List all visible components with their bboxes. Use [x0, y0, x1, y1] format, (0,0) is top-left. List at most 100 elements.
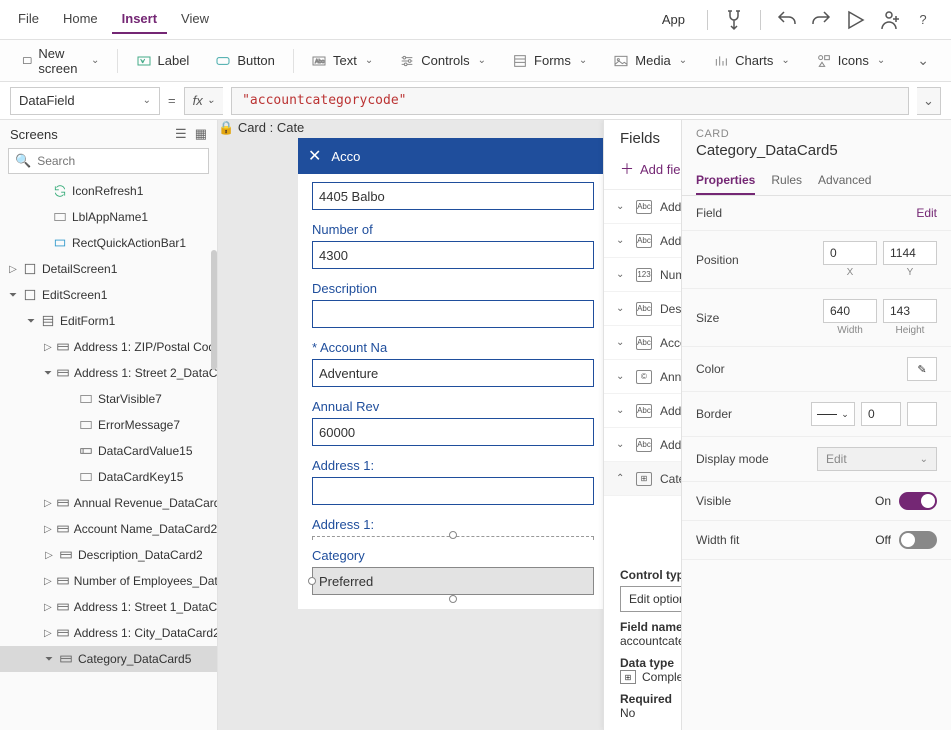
app-button[interactable]: App: [654, 8, 693, 31]
fx-button[interactable]: fx⌄: [184, 87, 224, 115]
undo-icon[interactable]: [775, 8, 799, 32]
app-checker-icon[interactable]: [722, 8, 746, 32]
ribbon-text[interactable]: Abc Text⌄: [301, 49, 383, 73]
thumbnail-view-icon[interactable]: ▦: [195, 126, 207, 142]
size-height-input[interactable]: 143: [883, 299, 937, 323]
field-label: Annual Rev: [312, 399, 594, 414]
visible-toggle[interactable]: [899, 492, 937, 510]
tree-node[interactable]: ▷Number of Employees_Data: [0, 568, 217, 594]
field-value[interactable]: Adventure: [312, 359, 594, 387]
field-row[interactable]: ⌄123Number of Employees: [604, 258, 681, 292]
border-width-input[interactable]: 0: [861, 402, 901, 426]
field-row[interactable]: ⌄AbcAddress 1: City: [604, 190, 681, 224]
redo-icon[interactable]: [809, 8, 833, 32]
tree-icon: [78, 469, 94, 485]
tree-icon: [56, 573, 70, 589]
menu-file[interactable]: File: [8, 5, 49, 34]
field-row[interactable]: ⌄AbcDescription: [604, 292, 681, 326]
ribbon-charts[interactable]: Charts⌄: [703, 49, 800, 73]
help-icon[interactable]: ?: [911, 8, 935, 32]
formula-bar: DataField⌄ = fx⌄ "accountcategorycode" ⌄: [0, 82, 951, 120]
size-width-input[interactable]: 640: [823, 299, 877, 323]
field-value[interactable]: 60000: [312, 418, 594, 446]
field-row[interactable]: ⌄AbcAddress 1: Street 2: [604, 394, 681, 428]
tree-label: Address 1: City_DataCard2: [74, 626, 217, 640]
color-picker[interactable]: ✎: [907, 357, 937, 381]
border-style-select[interactable]: ⌄: [811, 402, 855, 426]
tree-node[interactable]: ▷Address 1: ZIP/Postal Code_: [0, 334, 217, 360]
tree-icon: [40, 313, 56, 329]
tab-rules[interactable]: Rules: [771, 167, 802, 195]
tree-node[interactable]: ▷Description_DataCard2: [0, 542, 217, 568]
ribbon-media[interactable]: Media⌄: [603, 49, 697, 73]
tree-node[interactable]: ErrorMessage7: [0, 412, 217, 438]
field-value[interactable]: [312, 300, 594, 328]
ribbon-controls[interactable]: Controls⌄: [389, 49, 496, 73]
field-edit-link[interactable]: Edit: [916, 206, 937, 220]
field-row[interactable]: ⌃⊞Category⋯: [604, 462, 681, 496]
tree-node[interactable]: ▷DetailScreen1: [0, 256, 217, 282]
tree-label: Address 1: Street 1_DataCar: [74, 600, 217, 614]
tree-icon: [58, 651, 74, 667]
field-value[interactable]: 4300: [312, 241, 594, 269]
search-input[interactable]: [37, 154, 202, 168]
lock-icon: 🔒: [218, 120, 234, 135]
scrollbar-thumb[interactable]: [211, 250, 217, 370]
field-value[interactable]: 4405 Balbo: [312, 182, 594, 210]
add-field-button[interactable]: ＋Add field: [620, 159, 681, 179]
tree-node[interactable]: DataCardKey15: [0, 464, 217, 490]
ribbon-button[interactable]: Button: [205, 49, 285, 73]
formula-input[interactable]: "accountcategorycode": [231, 87, 909, 115]
tree-node[interactable]: ⏷EditForm1: [0, 308, 217, 334]
field-value[interactable]: [312, 477, 594, 505]
top-menu-bar: File Home Insert View App ?: [0, 0, 951, 40]
field-row[interactable]: ⌄AbcAddress 1: ZIP/Postal Code: [604, 428, 681, 462]
field-name: Address 1: Street 2: [660, 404, 681, 418]
border-color-picker[interactable]: [907, 402, 937, 426]
tree-node[interactable]: ⏷Category_DataCard5: [0, 646, 217, 672]
tree-search[interactable]: 🔍: [8, 148, 209, 174]
tree-icon: [56, 339, 70, 355]
tree-node[interactable]: ▷Address 1: City_DataCard2: [0, 620, 217, 646]
tab-advanced[interactable]: Advanced: [818, 167, 871, 195]
close-icon[interactable]: ✕: [308, 146, 321, 166]
control-type-select[interactable]: Edit option set single-select⌄: [620, 586, 681, 612]
position-y-input[interactable]: 1144: [883, 241, 937, 265]
position-x-input[interactable]: 0: [823, 241, 877, 265]
ribbon-label[interactable]: Label: [126, 49, 200, 73]
tree-node[interactable]: LblAppName1: [0, 204, 217, 230]
display-mode-select[interactable]: Edit⌄: [817, 447, 937, 471]
share-icon[interactable]: [877, 8, 901, 32]
widthfit-toggle[interactable]: [899, 531, 937, 549]
tree-node[interactable]: DataCardValue15: [0, 438, 217, 464]
ribbon-icons[interactable]: Icons⌄: [806, 49, 895, 73]
menu-insert[interactable]: Insert: [112, 5, 167, 34]
tree-view-icon[interactable]: ☰: [175, 126, 187, 142]
formula-expand-icon[interactable]: ⌄: [917, 87, 941, 115]
tree-label: LblAppName1: [72, 210, 148, 224]
tree-node[interactable]: ▷Annual Revenue_DataCard2: [0, 490, 217, 516]
tree-view: IconRefresh1 LblAppName1 RectQuickActionBa…: [0, 178, 217, 730]
field-name: Number of Employees: [660, 268, 681, 282]
play-icon[interactable]: [843, 8, 867, 32]
tree-node[interactable]: ⏷Address 1: Street 2_DataCar: [0, 360, 217, 386]
tree-node[interactable]: ⏷EditScreen1: [0, 282, 217, 308]
ribbon-new-screen[interactable]: New screen⌄: [12, 42, 109, 80]
tree-node[interactable]: RectQuickActionBar1: [0, 230, 217, 256]
tree-node[interactable]: ▷Address 1: Street 1_DataCar: [0, 594, 217, 620]
property-selector[interactable]: DataField⌄: [10, 87, 160, 115]
tree-node[interactable]: IconRefresh1: [0, 178, 217, 204]
selected-card[interactable]: Preferred: [312, 567, 594, 595]
tab-properties[interactable]: Properties: [696, 167, 755, 195]
menu-home[interactable]: Home: [53, 5, 108, 34]
tree-node[interactable]: ▷Account Name_DataCard2: [0, 516, 217, 542]
ribbon-overflow[interactable]: ⌄: [905, 48, 939, 73]
field-row[interactable]: ⌄©Annual Revenue: [604, 360, 681, 394]
field-row[interactable]: ⌄AbcAddress 1: Street 1: [604, 224, 681, 258]
field-row[interactable]: ⌄AbcAccount Name: [604, 326, 681, 360]
field-label: Address 1:: [312, 458, 594, 473]
ribbon-forms[interactable]: Forms⌄: [502, 49, 597, 73]
tree-node[interactable]: StarVisible7: [0, 386, 217, 412]
menu-view[interactable]: View: [171, 5, 219, 34]
properties-panel: CARD Category_DataCard5 Properties Rules…: [681, 120, 951, 730]
